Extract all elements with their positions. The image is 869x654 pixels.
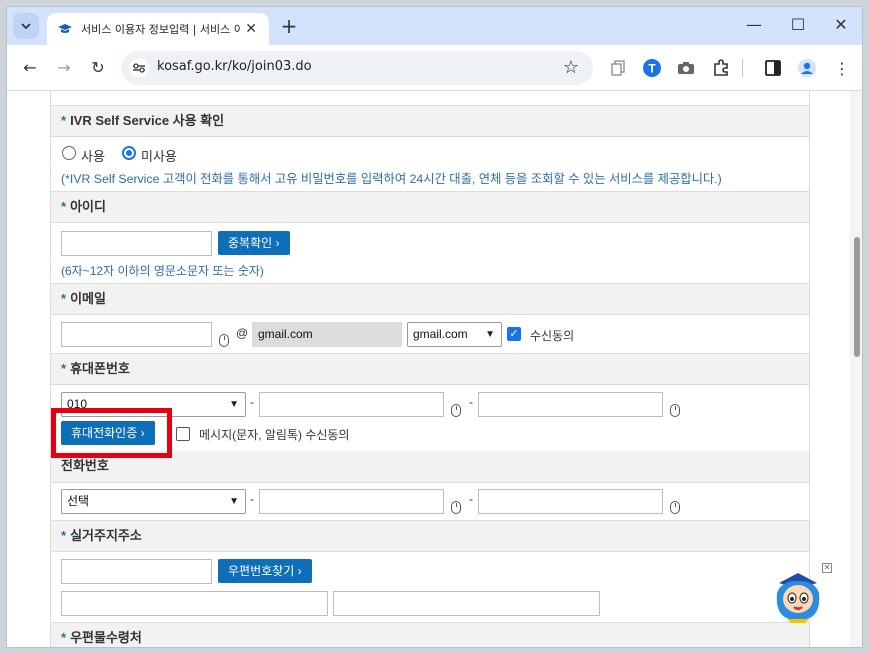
duplicate-check-label: 중복확인 xyxy=(228,236,273,250)
address-line2-input[interactable] xyxy=(333,591,600,616)
email-domain-select-value: gmail.com xyxy=(413,327,468,341)
translate-extension-icon[interactable]: T xyxy=(641,57,663,79)
close-window-button[interactable]: ✕ xyxy=(827,15,855,34)
phone-prefix-select[interactable]: 선택 ▼ xyxy=(61,489,246,514)
sms-consent-checkbox[interactable] xyxy=(176,427,190,441)
ivr-nouse-radio[interactable] xyxy=(122,146,136,160)
dash-separator: - xyxy=(469,395,473,409)
svg-text:T: T xyxy=(648,62,656,76)
tab-search-button[interactable] xyxy=(13,13,39,39)
email-label: 이메일 xyxy=(70,291,106,306)
phone-last-input[interactable] xyxy=(478,489,663,514)
ivr-hint: (*IVR Self Service 고객이 전화를 통해서 고유 비밀번호를 … xyxy=(61,172,722,186)
dash-separator: - xyxy=(469,492,473,506)
ivr-use-radio[interactable] xyxy=(62,146,76,160)
mouse-icon xyxy=(670,404,680,417)
mobile-middle-input[interactable] xyxy=(259,392,444,417)
zipcode-search-label: 우편번호찾기 xyxy=(228,564,295,578)
browser-tab[interactable]: 서비스 이용자 정보입력 | 서비스 이용 ✕ xyxy=(47,13,269,45)
camera-extension-icon[interactable] xyxy=(675,57,697,79)
email-section-header: * 이메일 xyxy=(51,283,809,315)
userid-hint: (6자~12자 이하의 영문소문자 또는 숫자) xyxy=(61,264,264,278)
ivr-label: IVR Self Service 사용 확인 xyxy=(70,113,225,128)
userid-input[interactable] xyxy=(61,231,212,256)
required-mark: * xyxy=(61,291,67,306)
new-tab-button[interactable]: + xyxy=(277,13,301,39)
email-domain-select[interactable]: gmail.com ▼ xyxy=(407,322,502,347)
side-panel-icon[interactable] xyxy=(762,57,784,79)
close-tab-icon[interactable]: ✕ xyxy=(245,21,257,37)
scrollbar[interactable] xyxy=(850,91,862,647)
tab-bar: 서비스 이용자 정보입력 | 서비스 이용 ✕ + — ☐ ✕ xyxy=(7,7,862,45)
scrollbar-thumb[interactable] xyxy=(854,237,860,357)
chevron-right-icon: › xyxy=(275,236,280,250)
ivr-nouse-label: 미사용 xyxy=(141,149,177,164)
required-mark: * xyxy=(61,361,67,376)
duplicate-check-button[interactable]: 중복확인 › xyxy=(218,231,290,255)
chatbot-mascot-icon[interactable] xyxy=(769,563,827,623)
maximize-button[interactable]: ☐ xyxy=(784,15,812,34)
reload-button[interactable]: ↻ xyxy=(87,57,109,79)
copy-extension-icon[interactable] xyxy=(607,57,629,79)
forward-button[interactable]: → xyxy=(53,57,75,79)
zipcode-search-button[interactable]: 우편번호찾기 › xyxy=(218,559,312,583)
userid-label: 아이디 xyxy=(70,199,106,214)
user-info-form: * IVR Self Service 사용 확인 사용 미사용 (*IVR Sel… xyxy=(50,91,810,647)
email-at-sign: @ xyxy=(236,326,249,340)
browser-toolbar: ← → ↻ kosaf.go.kr/ko/join03.do ☆ T ⋮ xyxy=(7,45,862,91)
required-mark: * xyxy=(61,199,67,214)
email-domain-input[interactable]: gmail.com xyxy=(252,322,402,347)
bookmark-star-icon[interactable]: ☆ xyxy=(563,57,579,78)
chevron-down-icon xyxy=(21,23,31,29)
site-info-icon[interactable] xyxy=(129,59,149,77)
email-local-input[interactable] xyxy=(61,322,212,347)
close-icon[interactable]: ✕ xyxy=(822,563,832,573)
phone-middle-input[interactable] xyxy=(259,489,444,514)
chevron-right-icon: › xyxy=(297,564,302,578)
ivr-use-label: 사용 xyxy=(81,149,105,164)
url-text: kosaf.go.kr/ko/join03.do xyxy=(157,59,312,74)
mobile-last-input[interactable] xyxy=(478,392,663,417)
profile-avatar-icon[interactable] xyxy=(796,57,818,79)
mobile-label: 휴대폰번호 xyxy=(70,361,130,376)
mouse-icon xyxy=(219,334,229,347)
minimize-button[interactable]: — xyxy=(740,15,768,34)
userid-section-header: * 아이디 xyxy=(51,191,809,223)
chevron-down-icon: ▼ xyxy=(229,496,239,507)
mouse-icon xyxy=(670,501,680,514)
address-section-header: * 실거주지주소 xyxy=(51,520,809,552)
toolbar-divider xyxy=(742,59,743,77)
zipcode-input[interactable] xyxy=(61,559,212,584)
required-mark: * xyxy=(61,528,67,543)
extensions-puzzle-icon[interactable] xyxy=(710,57,732,79)
mouse-icon xyxy=(451,501,461,514)
address-bar[interactable]: kosaf.go.kr/ko/join03.do ☆ xyxy=(121,51,593,85)
required-mark: * xyxy=(61,113,67,128)
sms-consent-label: 메시지(문자, 알림톡) 수신동의 xyxy=(199,428,350,442)
more-menu-icon[interactable]: ⋮ xyxy=(831,57,853,79)
mail-address-section-header: * 우편물수령처 xyxy=(51,622,809,647)
verify-button-highlight xyxy=(51,408,172,458)
mail-address-label: 우편물수령처 xyxy=(70,630,142,645)
page-content: * IVR Self Service 사용 확인 사용 미사용 (*IVR Sel… xyxy=(7,91,862,647)
graduation-cap-icon xyxy=(57,23,73,35)
tab-title: 서비스 이용자 정보입력 | 서비스 이용 xyxy=(81,23,241,36)
mobile-section-header: * 휴대폰번호 xyxy=(51,353,809,385)
email-consent-checkbox[interactable]: ✓ xyxy=(507,327,521,341)
email-consent-label: 수신동의 xyxy=(530,329,575,343)
address-line1-input[interactable] xyxy=(61,591,328,616)
chevron-down-icon: ▼ xyxy=(485,329,495,340)
mouse-icon xyxy=(451,404,461,417)
phone-label: 전화번호 xyxy=(61,458,109,473)
ivr-section-header: * IVR Self Service 사용 확인 xyxy=(51,105,809,137)
phone-prefix-value: 선택 xyxy=(67,494,90,508)
dash-separator: - xyxy=(250,395,254,409)
back-button[interactable]: ← xyxy=(19,57,41,79)
required-mark: * xyxy=(61,630,67,645)
address-label: 실거주지주소 xyxy=(70,528,142,543)
dash-separator: - xyxy=(250,492,254,506)
chevron-down-icon: ▼ xyxy=(229,399,239,410)
browser-window: 서비스 이용자 정보입력 | 서비스 이용 ✕ + — ☐ ✕ ← → ↻ ko… xyxy=(6,6,863,648)
